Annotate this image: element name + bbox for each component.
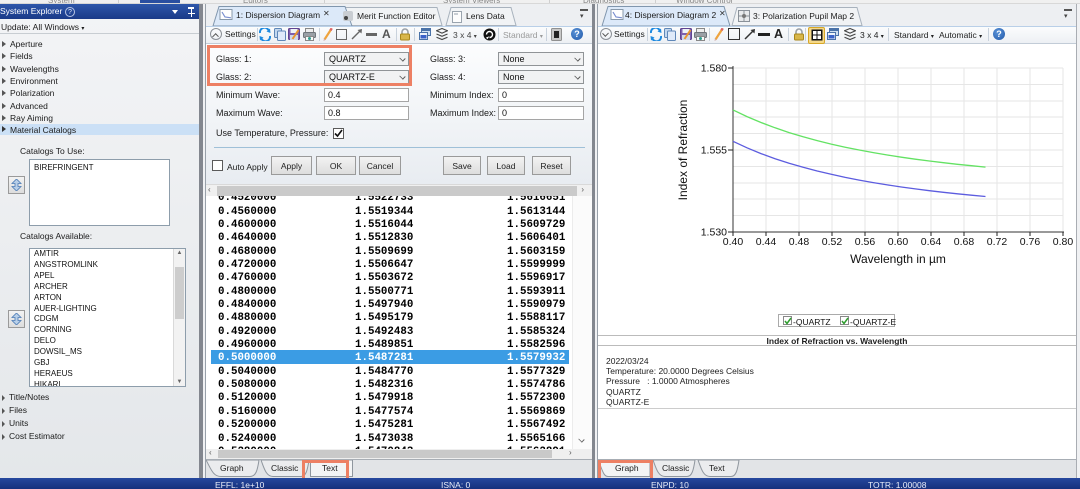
svg-text:0.40: 0.40 <box>723 236 744 248</box>
svg-text:0.72: 0.72 <box>987 236 1008 248</box>
svg-text:0.68: 0.68 <box>954 236 975 248</box>
svg-text:0.60: 0.60 <box>888 236 909 248</box>
svg-text:0.76: 0.76 <box>1020 236 1041 248</box>
svg-text:1.580: 1.580 <box>701 63 727 75</box>
svg-text:0.48: 0.48 <box>789 236 810 248</box>
svg-text:0.56: 0.56 <box>855 236 876 248</box>
svg-text:1.555: 1.555 <box>701 145 727 157</box>
svg-text:0.52: 0.52 <box>822 236 843 248</box>
svg-text:Index of Refraction: Index of Refraction <box>676 100 690 201</box>
svg-text:0.64: 0.64 <box>921 236 942 248</box>
svg-text:Wavelength in µm: Wavelength in µm <box>850 252 946 266</box>
svg-text:0.44: 0.44 <box>756 236 777 248</box>
svg-text:0.80: 0.80 <box>1053 236 1074 248</box>
